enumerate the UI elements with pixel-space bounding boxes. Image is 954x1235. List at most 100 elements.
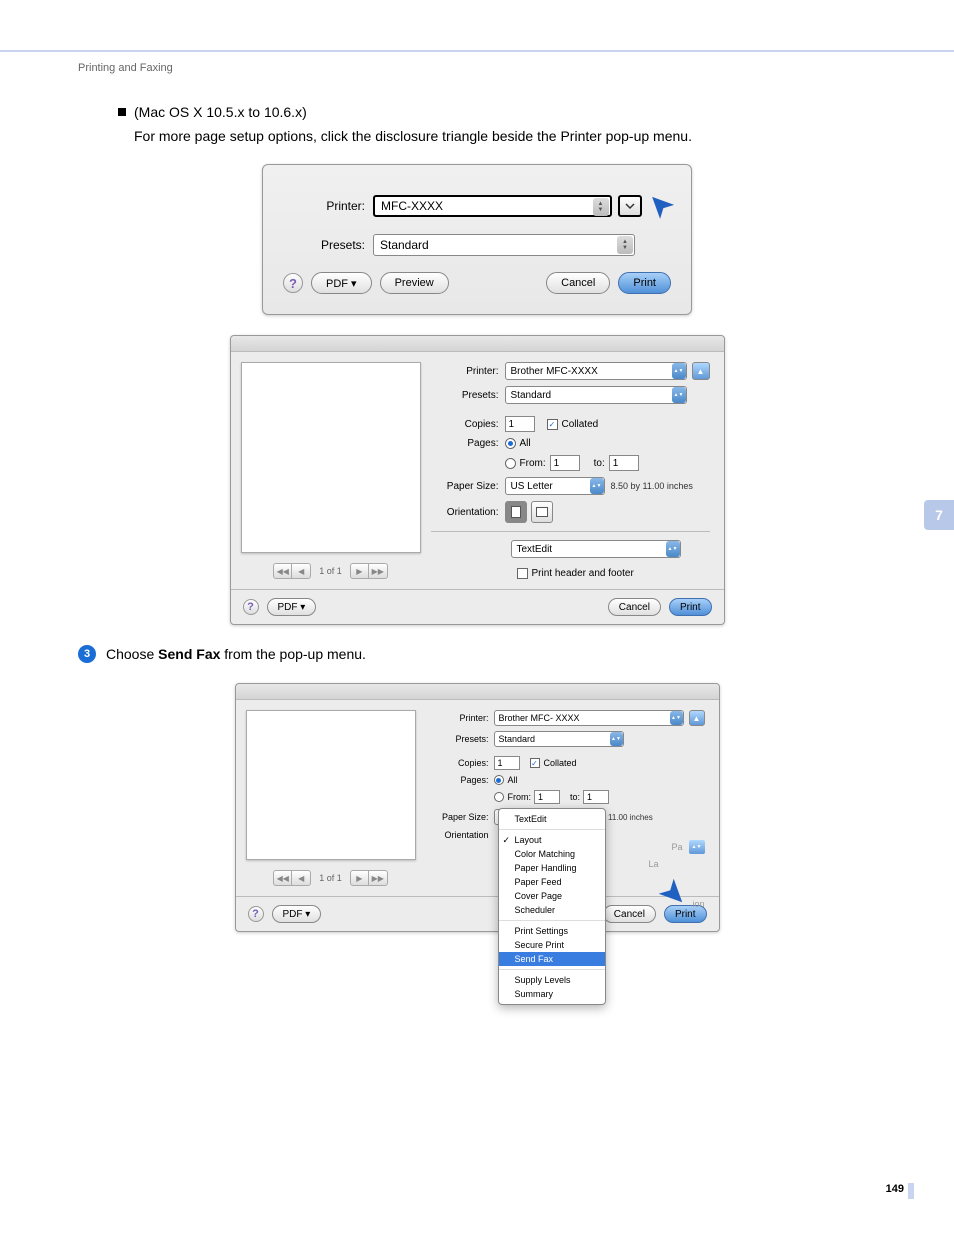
- print-dialog-collapsed: Printer: MFC-XXXX ▲▼ ➤ Presets: Standard…: [262, 164, 692, 315]
- page-preview: [241, 362, 421, 553]
- to-input[interactable]: [609, 455, 639, 471]
- orientation-label: Orientation:: [431, 507, 505, 518]
- app-options-select[interactable]: TextEdit ▲▼: [511, 540, 681, 558]
- pages-all-label: All: [508, 775, 518, 785]
- header-footer-label: Print header and footer: [532, 568, 634, 579]
- pages-all-label: All: [520, 438, 531, 449]
- titlebar: [236, 684, 719, 700]
- print-button[interactable]: Print: [669, 598, 712, 616]
- pager-text: 1 of 1: [319, 873, 342, 883]
- pages-from-radio[interactable]: [505, 458, 516, 469]
- pdf-button[interactable]: PDF ▾: [272, 905, 322, 923]
- help-button[interactable]: ?: [283, 273, 303, 293]
- select-arrows-icon: ▲▼: [590, 478, 604, 494]
- titlebar: [231, 336, 724, 352]
- pager-prev[interactable]: ◀◀◀: [273, 563, 311, 579]
- select-arrows-icon: ▲▼: [672, 363, 686, 379]
- select-arrows-icon: ▲▼: [593, 198, 609, 216]
- collated-checkbox[interactable]: ✓: [530, 758, 540, 768]
- menu-item-send-fax[interactable]: Send Fax: [499, 952, 605, 966]
- pager-next[interactable]: ▶▶▶: [350, 563, 388, 579]
- print-dialog-expanded: ◀◀◀ 1 of 1 ▶▶▶ Printer: Brother MFC-XXXX…: [230, 335, 725, 625]
- pager-next[interactable]: ▶▶▶: [350, 870, 388, 886]
- menu-item-paper-feed[interactable]: Paper Feed: [499, 875, 605, 889]
- printer-select[interactable]: Brother MFC- XXXX ▲▼: [494, 710, 684, 726]
- preview-button[interactable]: Preview: [380, 272, 449, 294]
- from-input[interactable]: [534, 790, 560, 804]
- presets-label: Presets:: [283, 238, 373, 252]
- disclosure-button[interactable]: [618, 195, 642, 217]
- cancel-button[interactable]: Cancel: [546, 272, 610, 294]
- presets-label: Presets:: [426, 734, 494, 744]
- papersize-label: Paper Size:: [426, 812, 494, 822]
- from-label: From:: [508, 792, 532, 802]
- copies-label: Copies:: [426, 758, 494, 768]
- copies-label: Copies:: [431, 419, 505, 430]
- pager-prev[interactable]: ◀◀◀: [273, 870, 311, 886]
- printer-value: MFC-XXXX: [381, 199, 443, 213]
- select-arrows-icon: ▲▼: [670, 711, 683, 725]
- pages-all-radio[interactable]: [494, 775, 504, 785]
- pdf-button[interactable]: PDF ▾: [311, 272, 372, 294]
- collapse-button[interactable]: ▲: [692, 362, 710, 380]
- orientation-portrait[interactable]: [505, 501, 527, 523]
- presets-select[interactable]: Standard ▲▼: [494, 731, 624, 747]
- page-preview: [246, 710, 416, 860]
- print-button[interactable]: Print: [618, 272, 671, 294]
- select-arrows-icon: ▲▼: [610, 732, 623, 746]
- menu-item-paper-handling[interactable]: Paper Handling: [499, 861, 605, 875]
- presets-select[interactable]: Standard ▲▼: [373, 234, 635, 256]
- pdf-button[interactable]: PDF ▾: [267, 598, 317, 616]
- papersize-select[interactable]: US Letter ▲▼: [505, 477, 605, 495]
- pointer-arrow-icon: ➤: [639, 186, 679, 226]
- presets-select[interactable]: Standard ▲▼: [505, 386, 687, 404]
- instruction-text: For more page setup options, click the d…: [134, 128, 876, 144]
- to-input[interactable]: [583, 790, 609, 804]
- printer-select[interactable]: MFC-XXXX ▲▼: [373, 195, 612, 217]
- to-label: to:: [570, 792, 580, 802]
- presets-value: Standard: [499, 734, 536, 744]
- menu-item-color-matching[interactable]: Color Matching: [499, 847, 605, 861]
- menu-item-textedit[interactable]: TextEdit: [499, 812, 605, 826]
- step-text: Choose Send Fax from the pop-up menu.: [106, 646, 366, 662]
- menu-item-summary[interactable]: Summary: [499, 987, 605, 1001]
- page-number: 149: [886, 1183, 904, 1195]
- select-arrows-icon: ▲▼: [617, 236, 633, 254]
- collated-label: Collated: [544, 758, 577, 768]
- help-button[interactable]: ?: [243, 599, 259, 615]
- os-version-text: (Mac OS X 10.5.x to 10.6.x): [134, 104, 307, 120]
- menu-item-supply-levels[interactable]: Supply Levels: [499, 973, 605, 987]
- pages-all-radio[interactable]: [505, 438, 516, 449]
- step-badge: 3: [78, 645, 96, 663]
- orientation-label: Orientation: [426, 830, 494, 840]
- cancel-button[interactable]: Cancel: [608, 598, 661, 616]
- pages-label: Pages:: [431, 438, 505, 449]
- presets-value: Standard: [511, 390, 552, 401]
- printer-label: Printer:: [431, 366, 505, 377]
- presets-label: Presets:: [431, 390, 505, 401]
- pages-from-radio[interactable]: [494, 792, 504, 802]
- header-footer-checkbox[interactable]: [517, 568, 528, 579]
- from-label: From:: [520, 458, 546, 469]
- select-arrows-icon: ▲▼: [689, 840, 705, 854]
- menu-item-cover-page[interactable]: Cover Page: [499, 889, 605, 903]
- to-label: to:: [594, 458, 605, 469]
- help-button[interactable]: ?: [248, 906, 264, 922]
- app-value: TextEdit: [517, 544, 553, 555]
- printer-label: Printer:: [283, 199, 373, 213]
- papersize-label: Paper Size:: [431, 481, 505, 492]
- printer-select[interactable]: Brother MFC-XXXX ▲▼: [505, 362, 687, 380]
- orientation-landscape[interactable]: [531, 501, 553, 523]
- collapse-button[interactable]: ▲: [689, 710, 705, 726]
- collated-checkbox[interactable]: ✓: [547, 419, 558, 430]
- menu-item-secure-print[interactable]: Secure Print: [499, 938, 605, 952]
- bullet-icon: [118, 108, 126, 116]
- app-options-menu: TextEdit Layout Color Matching Paper Han…: [498, 808, 606, 1005]
- from-input[interactable]: [550, 455, 580, 471]
- menu-item-layout[interactable]: Layout: [499, 833, 605, 847]
- menu-item-print-settings[interactable]: Print Settings: [499, 924, 605, 938]
- collated-label: Collated: [562, 419, 599, 430]
- copies-input[interactable]: [494, 756, 520, 770]
- menu-item-scheduler[interactable]: Scheduler: [499, 903, 605, 917]
- copies-input[interactable]: [505, 416, 535, 432]
